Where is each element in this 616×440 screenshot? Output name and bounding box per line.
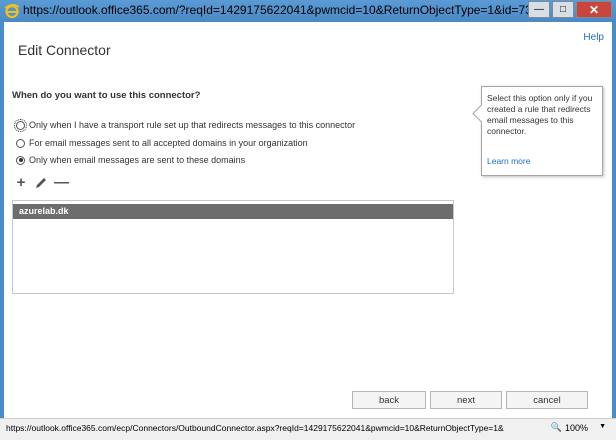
browser-titlebar: https://outlook.office365.com/?reqId=142…	[0, 0, 616, 22]
radio-transport-rule[interactable]	[14, 118, 27, 132]
add-icon[interactable]: +	[14, 175, 28, 190]
zoom-control[interactable]: 🔍 100%	[551, 422, 588, 433]
browser-statusbar: https://outlook.office365.com/ecp/Connec…	[0, 418, 616, 440]
dialog-page: Help Edit Connector When do you want to …	[4, 22, 612, 418]
close-button[interactable]: ✕	[576, 1, 612, 18]
option-transport-rule[interactable]: Only when I have a transport rule set up…	[14, 118, 356, 132]
option-these-domains[interactable]: Only when email messages are sent to the…	[16, 155, 245, 165]
minimize-button[interactable]: —	[528, 1, 550, 18]
back-button[interactable]: back	[352, 391, 426, 409]
option-these-domains-label: Only when email messages are sent to the…	[29, 155, 246, 165]
internet-explorer-icon	[4, 4, 20, 19]
next-button[interactable]: next	[430, 391, 502, 409]
option-transport-rule-label: Only when I have a transport rule set up…	[29, 120, 356, 130]
info-callout: Select this option only if you created a…	[472, 86, 603, 176]
page-title: Edit Connector	[18, 42, 111, 58]
edit-pencil-icon[interactable]	[34, 176, 48, 190]
radio-these-domains[interactable]	[16, 155, 25, 165]
domain-toolbar: + —	[14, 175, 69, 190]
status-url: https://outlook.office365.com/ecp/Connec…	[6, 423, 504, 433]
domain-list: azurelab.dk	[12, 200, 454, 294]
callout-text: Select this option only if you created a…	[487, 93, 593, 136]
remove-icon[interactable]: —	[54, 175, 69, 190]
radio-all-accepted-domains[interactable]	[16, 138, 25, 148]
maximize-button[interactable]: □	[552, 1, 574, 18]
window-controls: — □ ✕	[528, 1, 612, 18]
question-label: When do you want to use this connector?	[12, 90, 201, 101]
zoom-dropdown-icon[interactable]: ▼	[599, 423, 606, 430]
help-link[interactable]: Help	[583, 32, 604, 43]
zoom-level: 100%	[564, 422, 588, 433]
cancel-button[interactable]: cancel	[506, 391, 588, 409]
address-bar-url[interactable]: https://outlook.office365.com/?reqId=142…	[23, 3, 533, 17]
option-all-accepted-domains[interactable]: For email messages sent to all accepted …	[16, 138, 308, 148]
magnifier-icon: 🔍	[550, 422, 562, 432]
list-item[interactable]: azurelab.dk	[13, 204, 453, 219]
option-all-accepted-domains-label: For email messages sent to all accepted …	[29, 138, 308, 148]
learn-more-link[interactable]: Learn more	[487, 156, 530, 166]
